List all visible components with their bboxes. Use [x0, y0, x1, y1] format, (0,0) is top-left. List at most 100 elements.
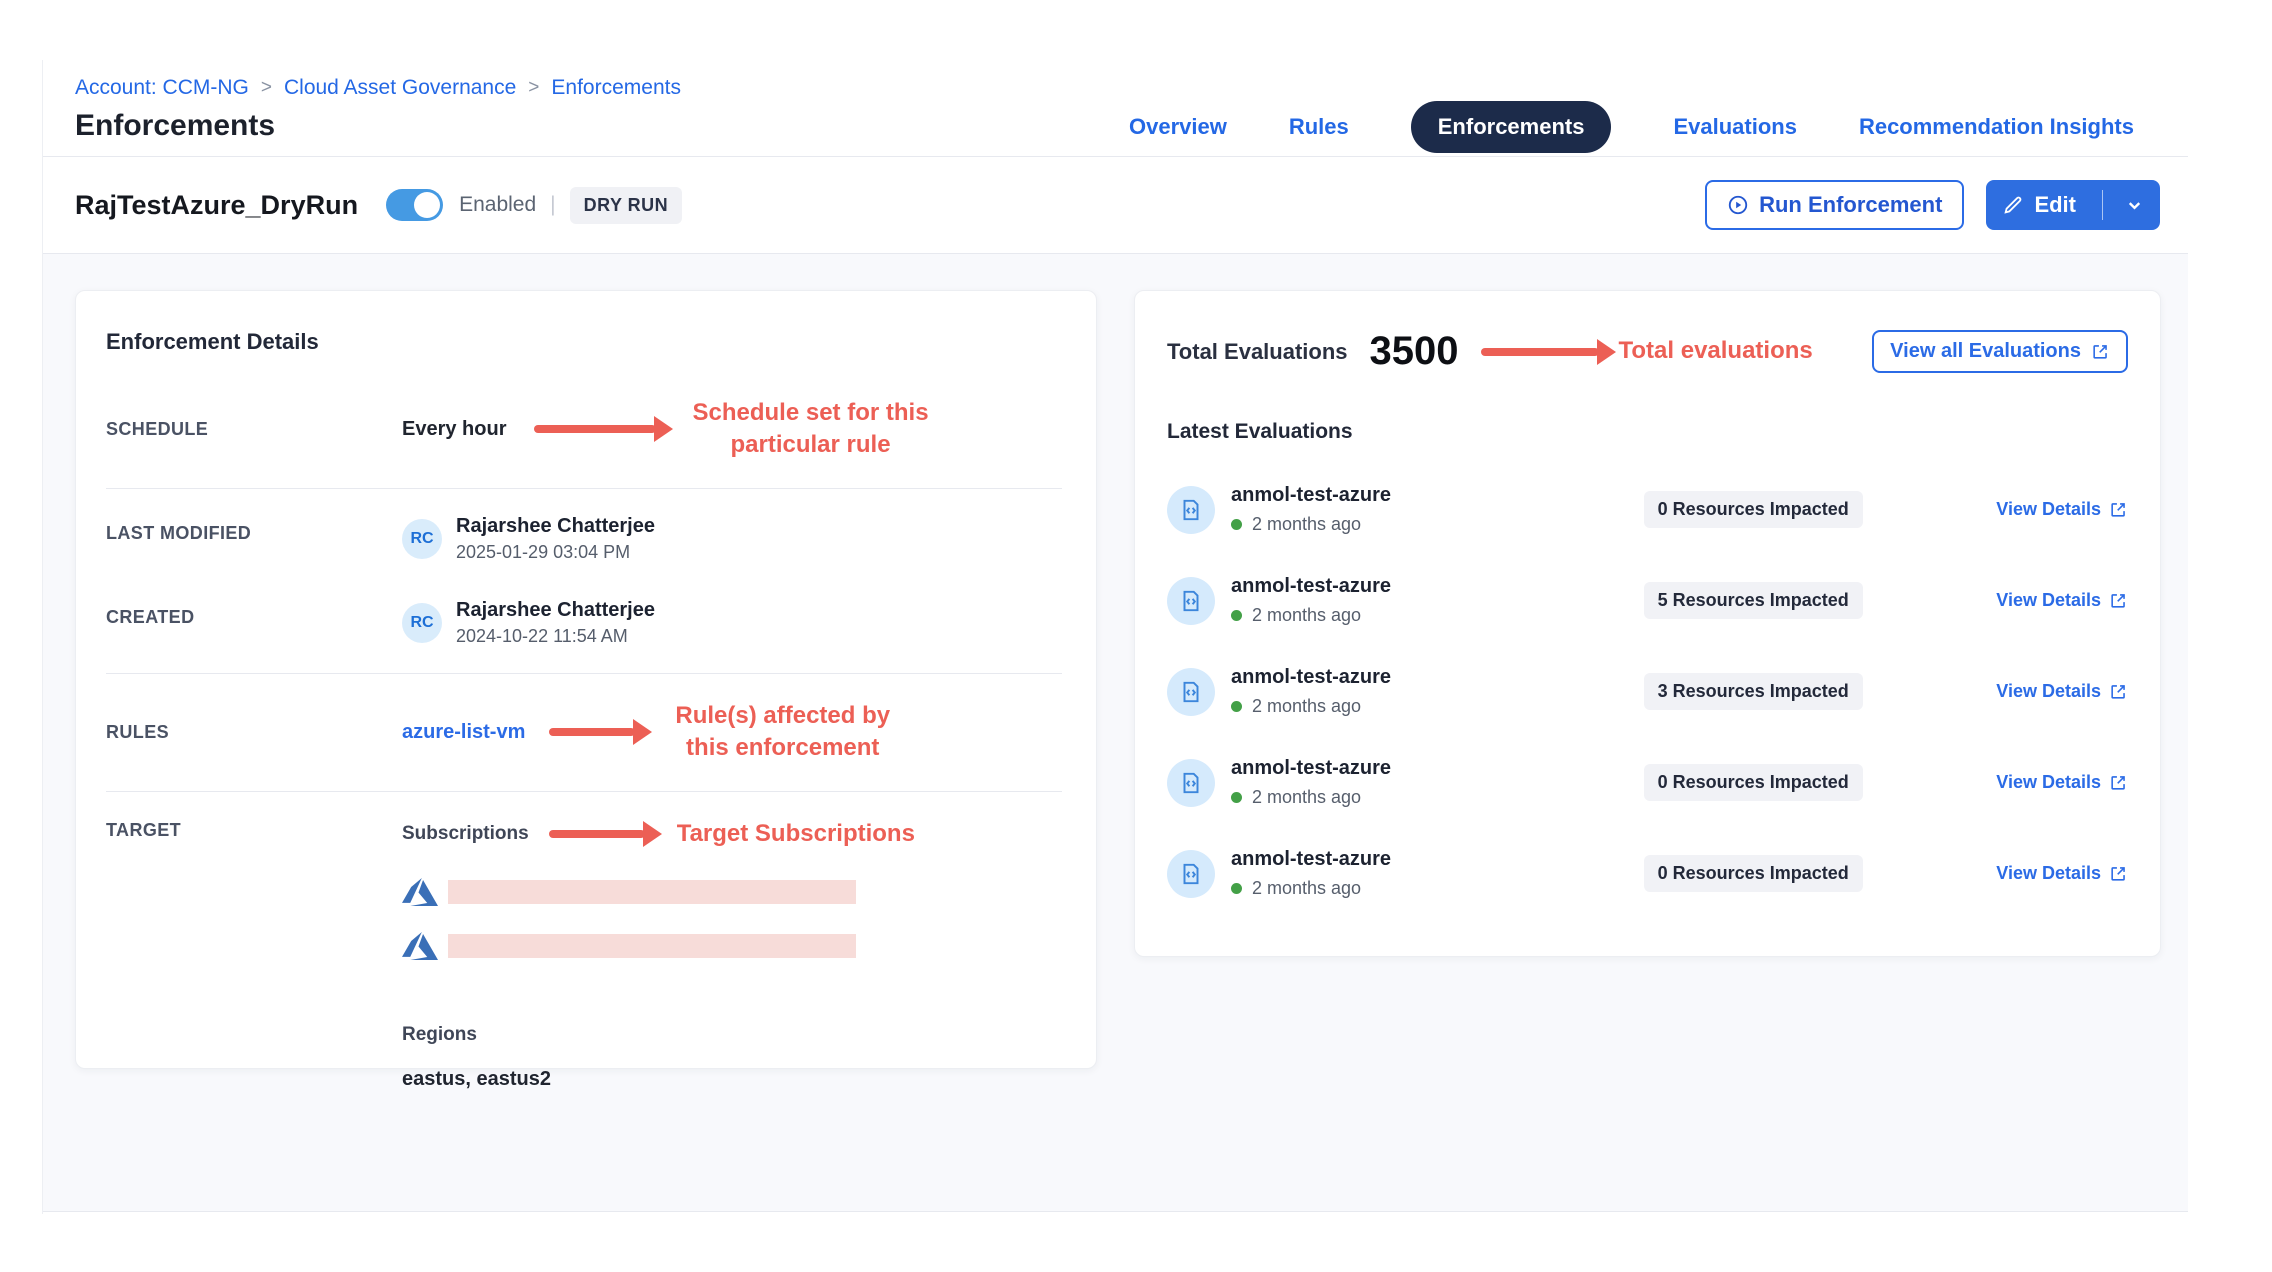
tab-enforcements[interactable]: Enforcements — [1411, 101, 1612, 153]
breadcrumb-account[interactable]: Account: CCM-NG — [75, 76, 249, 100]
evaluation-info: anmol-test-azure 2 months ago — [1231, 666, 1391, 717]
evaluation-left: anmol-test-azure 2 months ago — [1167, 757, 1609, 808]
run-enforcement-button[interactable]: Run Enforcement — [1705, 180, 1964, 230]
evaluation-row: anmol-test-azure 2 months ago 5 Resource… — [1167, 575, 2128, 626]
tab-rules[interactable]: Rules — [1289, 114, 1349, 140]
view-details-link[interactable]: View Details — [1996, 772, 2128, 793]
rules-annotation-arrow — [549, 728, 635, 736]
evaluation-row: anmol-test-azure 2 months ago 3 Resource… — [1167, 666, 2128, 717]
evaluation-actions: View Details — [1897, 863, 2128, 884]
total-evaluations-label: Total Evaluations — [1167, 339, 1348, 365]
schedule-row: SCHEDULE Every hour Schedule set for thi… — [106, 397, 1062, 462]
section-divider — [106, 673, 1062, 674]
breadcrumb-cloud-asset-governance[interactable]: Cloud Asset Governance — [284, 76, 516, 100]
target-label: TARGET — [106, 820, 402, 841]
status-dot-icon — [1231, 792, 1242, 803]
view-details-link[interactable]: View Details — [1996, 499, 2128, 520]
evaluation-script-icon — [1167, 486, 1215, 534]
evaluation-actions: View Details — [1897, 681, 2128, 702]
rules-annotation-line1: Rule(s) affected by — [675, 700, 890, 732]
label-separator: | — [550, 193, 555, 217]
chevron-down-icon[interactable] — [2125, 196, 2144, 215]
enforcement-name: RajTestAzure_DryRun — [75, 190, 358, 221]
evaluation-row: anmol-test-azure 2 months ago 0 Resource… — [1167, 848, 2128, 899]
view-all-evaluations-button[interactable]: View all Evaluations — [1872, 330, 2128, 373]
evaluation-script-icon — [1167, 668, 1215, 716]
person-info: Rajarshee Chatterjee 2025-01-29 03:04 PM — [456, 515, 655, 563]
subscriptions-label: Subscriptions — [402, 823, 529, 845]
azure-logo-icon — [402, 928, 438, 964]
created-row: CREATED RC Rajarshee Chatterjee 2024-10-… — [106, 599, 1062, 647]
external-link-icon — [2109, 773, 2128, 792]
content-area: Enforcement Details SCHEDULE Every hour … — [43, 254, 2188, 1212]
subscription-item — [402, 928, 915, 964]
evaluation-time: 2 months ago — [1231, 514, 1391, 535]
section-divider — [106, 488, 1062, 489]
header-left: Account: CCM-NG > Cloud Asset Governance… — [75, 76, 681, 156]
evaluation-row: anmol-test-azure 2 months ago 0 Resource… — [1167, 757, 2128, 808]
tab-overview[interactable]: Overview — [1129, 114, 1227, 140]
rules-value-group: azure-list-vm Rule(s) affected by this e… — [402, 700, 890, 765]
external-link-icon — [2109, 591, 2128, 610]
evaluation-name: anmol-test-azure — [1231, 484, 1391, 507]
person-info: Rajarshee Chatterjee 2024-10-22 11:54 AM — [456, 599, 655, 647]
total-annotation-arrow — [1481, 348, 1599, 356]
tab-recommendation-insights[interactable]: Recommendation Insights — [1859, 114, 2134, 140]
view-details-label: View Details — [1996, 590, 2101, 611]
evaluation-timestamp: 2 months ago — [1252, 787, 1361, 808]
rules-annotation: Rule(s) affected by this enforcement — [675, 700, 890, 765]
evaluation-time: 2 months ago — [1231, 696, 1391, 717]
redacted-subscription-name — [448, 880, 856, 904]
evaluation-timestamp: 2 months ago — [1252, 696, 1361, 717]
status-dot-icon — [1231, 519, 1242, 530]
impact-badge: 0 Resources Impacted — [1644, 855, 1863, 892]
view-details-label: View Details — [1996, 863, 2101, 884]
evaluation-script-icon — [1167, 850, 1215, 898]
schedule-value: Every hour — [402, 418, 506, 441]
evaluation-left: anmol-test-azure 2 months ago — [1167, 484, 1609, 535]
breadcrumb-enforcements[interactable]: Enforcements — [551, 76, 681, 100]
evaluation-time: 2 months ago — [1231, 605, 1391, 626]
evaluations-header: Total Evaluations 3500 Total evaluations… — [1167, 329, 2128, 374]
impact-badge: 3 Resources Impacted — [1644, 673, 1863, 710]
evaluation-info: anmol-test-azure 2 months ago — [1231, 575, 1391, 626]
last-modified-user: Rajarshee Chatterjee — [456, 515, 655, 538]
evaluation-actions: View Details — [1897, 590, 2128, 611]
last-modified-row: LAST MODIFIED RC Rajarshee Chatterjee 20… — [106, 515, 1062, 563]
evaluation-impact: 0 Resources Impacted — [1609, 764, 1897, 801]
rules-annotation-line2: this enforcement — [675, 732, 890, 764]
view-details-label: View Details — [1996, 499, 2101, 520]
evaluation-timestamp: 2 months ago — [1252, 878, 1361, 899]
evaluations-card: Total Evaluations 3500 Total evaluations… — [1134, 290, 2161, 957]
schedule-label: SCHEDULE — [106, 419, 402, 440]
view-details-link[interactable]: View Details — [1996, 681, 2128, 702]
evaluation-row: anmol-test-azure 2 months ago 0 Resource… — [1167, 484, 2128, 535]
view-all-label: View all Evaluations — [1890, 340, 2081, 363]
evaluation-impact: 0 Resources Impacted — [1609, 855, 1897, 892]
subscription-item — [402, 874, 915, 910]
schedule-annotation-arrow — [534, 425, 656, 433]
status-dot-icon — [1231, 701, 1242, 712]
evaluation-timestamp: 2 months ago — [1252, 514, 1361, 535]
evaluation-name: anmol-test-azure — [1231, 757, 1391, 780]
evaluation-actions: View Details — [1897, 772, 2128, 793]
schedule-annotation-line1: Schedule set for this — [692, 397, 928, 429]
rules-label: RULES — [106, 722, 402, 743]
evaluation-impact: 0 Resources Impacted — [1609, 491, 1897, 528]
evaluation-left: anmol-test-azure 2 months ago — [1167, 575, 1609, 626]
rule-link[interactable]: azure-list-vm — [402, 721, 525, 744]
evaluation-info: anmol-test-azure 2 months ago — [1231, 484, 1391, 535]
enabled-toggle[interactable] — [386, 189, 443, 221]
view-details-link[interactable]: View Details — [1996, 590, 2128, 611]
evaluation-script-icon — [1167, 577, 1215, 625]
view-details-link[interactable]: View Details — [1996, 863, 2128, 884]
evaluation-actions: View Details — [1897, 499, 2128, 520]
edit-button[interactable]: Edit — [1986, 180, 2160, 230]
dry-run-badge: DRY RUN — [570, 187, 683, 224]
tab-evaluations[interactable]: Evaluations — [1673, 114, 1796, 140]
breadcrumb: Account: CCM-NG > Cloud Asset Governance… — [75, 76, 681, 100]
external-link-icon — [2091, 342, 2110, 361]
details-card-title: Enforcement Details — [106, 329, 1062, 355]
page-title: Enforcements — [75, 109, 681, 143]
edit-label: Edit — [2034, 192, 2076, 218]
